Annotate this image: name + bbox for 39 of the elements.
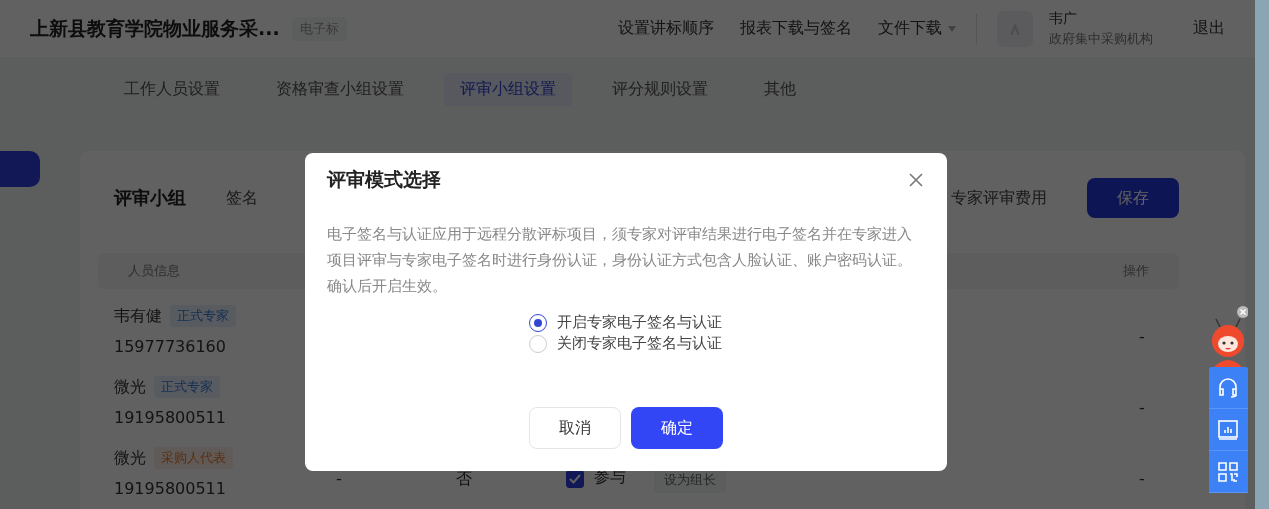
project-title: 上新县教育学院物业服务采... bbox=[30, 15, 280, 41]
dialog-text: 电子签名与认证应用于远程分散评标项目，须专家对评审结果进行电子签名并在专家进入项目评审与专家电子签名时进行身份认证，身份认证方式包含人脸认证、账户密码认证。确认后开启生效。 bbox=[326, 224, 913, 297]
side-handle[interactable] bbox=[0, 151, 40, 187]
radio-button[interactable] bbox=[529, 313, 547, 332]
role-tag: 正式专家 bbox=[154, 376, 220, 398]
nav-link[interactable]: 设置讲标顺序 bbox=[618, 18, 714, 39]
dropdown-link[interactable]: 文件下载 bbox=[878, 18, 956, 39]
user-name: 韦广 bbox=[1049, 9, 1078, 28]
logout-link[interactable]: 退出 bbox=[1193, 18, 1225, 39]
table-cell-text: - bbox=[1139, 468, 1146, 490]
radio-option[interactable]: 关闭专家电子签名与认证 bbox=[529, 334, 722, 353]
role-tag: 采购人代表 bbox=[154, 447, 233, 469]
tab[interactable]: 评分规则设置 bbox=[596, 72, 724, 106]
nav-link[interactable]: 报表下载与签名 bbox=[740, 18, 852, 39]
caret-icon bbox=[948, 25, 956, 32]
tab[interactable]: 评审小组设置 bbox=[444, 72, 572, 106]
cancel-button[interactable]: 取消 bbox=[528, 407, 621, 449]
table-cell-text: - bbox=[1139, 326, 1146, 348]
role-tag: 正式专家 bbox=[170, 305, 236, 327]
close-icon[interactable] bbox=[906, 171, 925, 189]
fee-link[interactable]: 专家评审费用 bbox=[951, 187, 1047, 209]
table-cell-text: 否 bbox=[456, 468, 473, 490]
table-cell-text: - bbox=[336, 468, 343, 490]
config-link[interactable]: 签名 bbox=[226, 187, 258, 209]
confirm-button[interactable]: 确定 bbox=[630, 407, 723, 449]
phone-number: 15977736160 bbox=[114, 337, 227, 356]
tab[interactable]: 工作人员设置 bbox=[108, 72, 236, 106]
tab[interactable]: 资格审查小组设置 bbox=[260, 72, 420, 106]
dialog-title: 评审模式选择 bbox=[326, 167, 441, 192]
tab[interactable]: 其他 bbox=[748, 72, 812, 106]
phone-number: 19195800511 bbox=[114, 479, 227, 498]
table-cell-text: - bbox=[1139, 397, 1146, 419]
radio-option[interactable]: 开启专家电子签名与认证 bbox=[529, 313, 722, 332]
save-button[interactable]: 保存 bbox=[1087, 178, 1179, 218]
phone-number: 19195800511 bbox=[114, 408, 227, 427]
panel-title: 评审小组 bbox=[114, 186, 186, 210]
person-name: 韦有健 bbox=[114, 305, 162, 327]
person-name: 微光 bbox=[114, 376, 146, 398]
person-name: 微光 bbox=[114, 447, 146, 469]
